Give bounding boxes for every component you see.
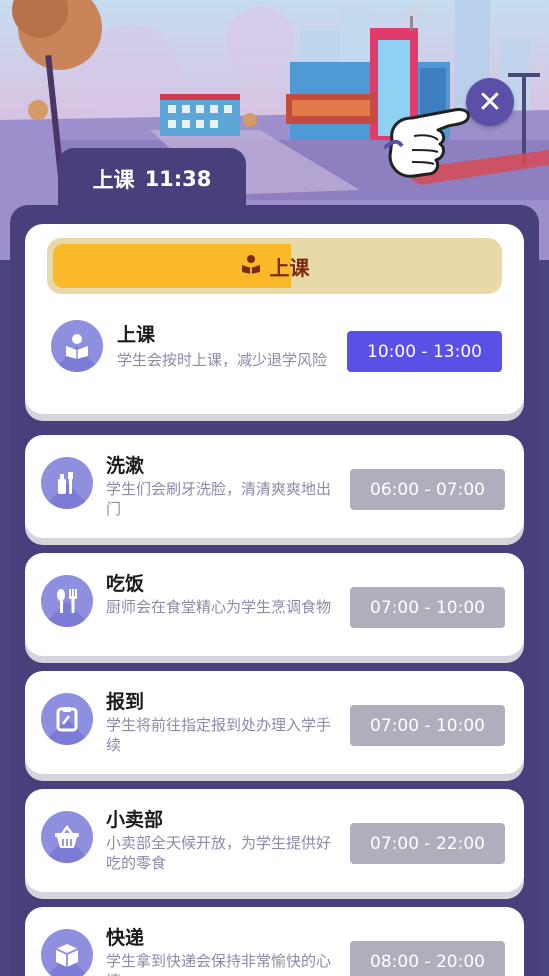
time-slot-button[interactable]: 07:00 - 10:00 bbox=[350, 587, 505, 628]
activity-card-shop: 小卖部 小卖部全天候开放，为学生提供好吃的零食 07:00 - 22:00 bbox=[25, 789, 524, 892]
current-activity-label: 上课 bbox=[92, 168, 135, 192]
reading-person-icon bbox=[240, 253, 262, 280]
activity-card-meal: 吃饭 厨师会在食堂精心为学生烹调食物 07:00 - 10:00 bbox=[25, 553, 524, 656]
reading-student-icon bbox=[51, 320, 103, 372]
current-activity-tab: 上课 11:38 bbox=[58, 148, 246, 210]
time-slot-button[interactable]: 07:00 - 10:00 bbox=[350, 705, 505, 746]
activity-card-registration: 报到 学生将前往指定报到处办理入学手续 07:00 - 10:00 bbox=[25, 671, 524, 774]
clipboard-icon bbox=[41, 693, 93, 745]
utensils-icon bbox=[41, 575, 93, 627]
basket-icon bbox=[41, 811, 93, 863]
schedule-screen: 上课 11:38 ✕ 上课 上课 学生会按时上课，减少退学风险 10:00 - … bbox=[0, 0, 549, 976]
time-slot-button[interactable]: 06:00 - 07:00 bbox=[350, 469, 505, 510]
current-activity-card: 上课 上课 学生会按时上课，减少退学风险 10:00 - 13:00 bbox=[25, 224, 524, 414]
progress-label: 上课 bbox=[269, 255, 310, 280]
time-slot-button[interactable]: 10:00 - 13:00 bbox=[347, 331, 502, 372]
activity-title: 报到 bbox=[106, 691, 145, 713]
toothbrush-icon bbox=[41, 457, 93, 509]
activity-description: 学生会按时上课，减少退学风险 bbox=[117, 351, 328, 369]
activity-description: 学生将前往指定报到处办理入学手续 bbox=[106, 716, 332, 754]
activity-title: 快递 bbox=[106, 927, 145, 949]
activity-card-delivery: 快递 学生拿到快递会保持非常愉快的心情 08:00 - 20:00 bbox=[25, 907, 524, 976]
activity-title: 洗漱 bbox=[106, 455, 145, 477]
activity-description: 厨师会在食堂精心为学生烹调食物 bbox=[106, 598, 332, 616]
time-slot-button[interactable]: 08:00 - 20:00 bbox=[350, 941, 505, 976]
activity-description: 学生们会刷牙洗脸，清清爽爽地出门 bbox=[106, 480, 332, 518]
activity-title: 上课 bbox=[117, 324, 156, 346]
activity-description: 小卖部全天候开放，为学生提供好吃的零食 bbox=[106, 834, 332, 872]
activity-title: 吃饭 bbox=[106, 573, 145, 595]
activity-progress-bar: 上课 bbox=[47, 238, 502, 294]
activity-description: 学生拿到快递会保持非常愉快的心情 bbox=[106, 952, 332, 976]
activity-card-washing: 洗漱 学生们会刷牙洗脸，清清爽爽地出门 06:00 - 07:00 bbox=[25, 435, 524, 538]
pointing-hand-icon bbox=[382, 100, 484, 196]
package-icon bbox=[41, 929, 93, 976]
activity-title: 小卖部 bbox=[106, 809, 164, 831]
current-time: 11:38 bbox=[144, 167, 212, 191]
time-slot-button[interactable]: 07:00 - 22:00 bbox=[350, 823, 505, 864]
